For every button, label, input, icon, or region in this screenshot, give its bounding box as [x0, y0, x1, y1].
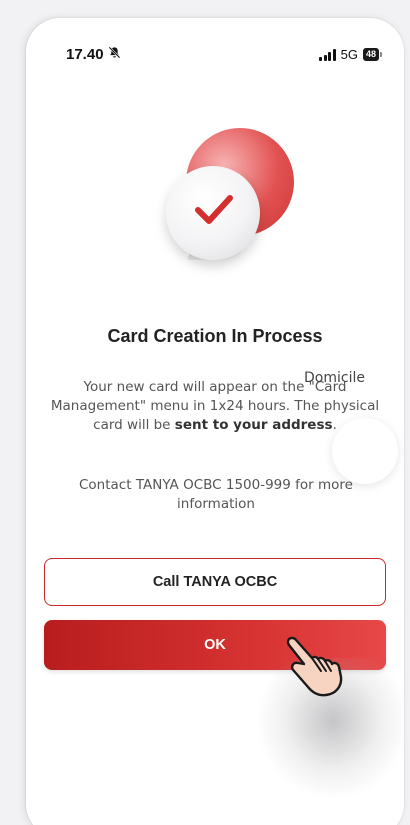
page: 17.40 5G 48 Card Creation In Process You…	[0, 0, 410, 825]
dialog-body-part2: .	[332, 417, 337, 433]
hand-pointer-icon	[278, 634, 348, 706]
battery-level: 48	[362, 48, 379, 61]
phone-screen: 17.40 5G 48 Card Creation In Process You…	[26, 18, 404, 825]
bell-muted-icon	[108, 46, 121, 63]
status-right: 5G 48	[319, 47, 382, 62]
status-time-text: 17.40	[66, 46, 104, 63]
dialog-body: Your new card will appear on the "Card M…	[36, 378, 394, 435]
dialog-title: Card Creation In Process	[107, 326, 323, 346]
network-label: 5G	[340, 47, 358, 62]
domicile-overlay-label: Domicile	[304, 370, 365, 386]
contact-info: Contact TANYA OCBC 1500-999 for more inf…	[79, 477, 353, 512]
status-time: 17.40	[66, 46, 121, 63]
overlay-circle	[332, 418, 398, 484]
signal-icon	[319, 48, 336, 61]
call-tanya-ocbc-button[interactable]: Call TANYA OCBC	[44, 558, 386, 606]
check-circle-icon	[166, 128, 296, 268]
battery-icon: 48	[362, 48, 382, 61]
status-bar: 17.40 5G 48	[26, 46, 404, 70]
dialog-body-bold: sent to your address	[174, 417, 333, 433]
